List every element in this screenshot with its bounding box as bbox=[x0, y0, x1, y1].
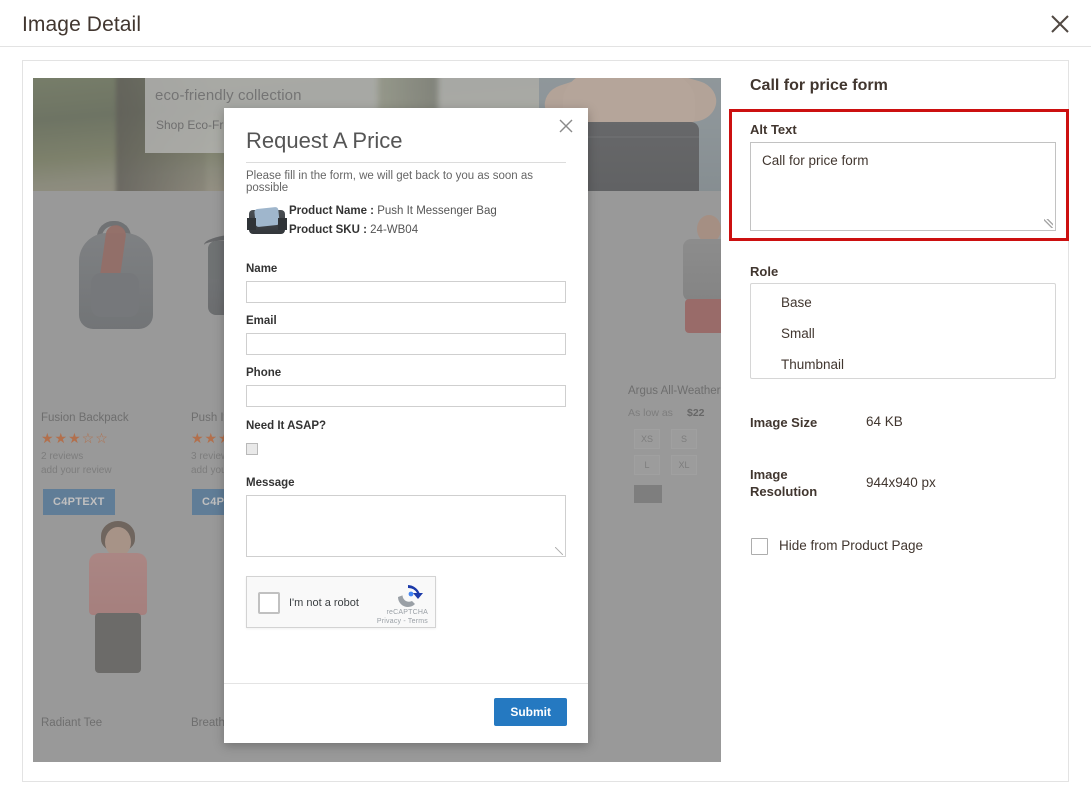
price-prefix: As low as bbox=[628, 407, 673, 419]
review-count: 2 reviews bbox=[41, 451, 84, 462]
product-name[interactable]: Fusion Backpack bbox=[41, 412, 129, 424]
product-name[interactable]: Radiant Tee bbox=[41, 717, 102, 729]
product-image-tank bbox=[663, 211, 721, 341]
product-sku-row: Product SKU : 24-WB04 bbox=[289, 224, 418, 236]
email-label: Email bbox=[246, 315, 277, 327]
recaptcha-brand: reCAPTCHA Privacy - Terms bbox=[376, 609, 428, 625]
alt-text-label: Alt Text bbox=[750, 122, 797, 137]
hide-from-product-page-label: Hide from Product Page bbox=[779, 538, 924, 553]
name-label: Name bbox=[246, 263, 278, 275]
product-name[interactable]: Argus All-Weather Tank bbox=[628, 385, 721, 397]
product-card[interactable]: Fusion Backpack ★★★☆☆ 2 reviews add your… bbox=[41, 219, 211, 515]
color-swatch[interactable] bbox=[634, 485, 662, 503]
message-textarea[interactable] bbox=[246, 495, 566, 557]
product-name-value: Push It Messenger Bag bbox=[377, 205, 497, 217]
image-detail-dialog: Image Detail eco-friendly collection Sho… bbox=[0, 0, 1091, 795]
product-image-radiant-tee bbox=[69, 521, 169, 686]
product-name-label: Product Name : bbox=[289, 205, 374, 217]
image-resolution-label: Image Resolution bbox=[750, 467, 818, 499]
product-name-row: Product Name : Push It Messenger Bag bbox=[289, 205, 497, 217]
recaptcha-widget[interactable]: I'm not a robot reCAPTCHA Privacy - Term… bbox=[246, 576, 436, 628]
recaptcha-checkbox[interactable] bbox=[258, 592, 280, 614]
modal-title: Request A Price bbox=[246, 128, 403, 153]
price-value: $22 bbox=[687, 407, 705, 419]
image-size-label: Image Size bbox=[750, 415, 818, 430]
product-thumbnail bbox=[247, 204, 287, 238]
recaptcha-label: I'm not a robot bbox=[289, 597, 359, 609]
call-for-price-button[interactable]: C4PTEXT bbox=[43, 489, 115, 515]
image-resolution-value: 944x940 px bbox=[866, 475, 936, 490]
resize-grip-icon[interactable] bbox=[555, 547, 563, 555]
need-asap-checkbox[interactable] bbox=[246, 443, 258, 455]
size-swatch-l[interactable]: L bbox=[634, 455, 660, 475]
dialog-body: eco-friendly collection Shop Eco-Friendl… bbox=[0, 47, 1091, 795]
add-review-link[interactable]: add your review bbox=[41, 465, 112, 476]
product-card[interactable]: Radiant Tee bbox=[41, 521, 211, 751]
product-sku-label: Product SKU : bbox=[289, 224, 367, 236]
image-details-sidebar: Call for price form Alt Text Call for pr… bbox=[721, 60, 1069, 782]
hero-heading: eco-friendly collection bbox=[155, 87, 302, 104]
image-size-value: 64 KB bbox=[866, 414, 903, 429]
close-icon[interactable] bbox=[1045, 9, 1075, 39]
hero-forest-photo bbox=[33, 78, 145, 191]
size-swatch-xl[interactable]: XL bbox=[671, 455, 697, 475]
request-a-price-modal: Request A Price Please fill in the form,… bbox=[224, 108, 588, 743]
dialog-header: Image Detail bbox=[0, 0, 1091, 47]
phone-label: Phone bbox=[246, 367, 282, 379]
alt-text-value: Call for price form bbox=[762, 153, 869, 168]
name-input[interactable] bbox=[246, 281, 566, 303]
hide-from-product-page-checkbox[interactable] bbox=[751, 538, 768, 555]
preview-screenshot: eco-friendly collection Shop Eco-Friendl… bbox=[33, 78, 721, 762]
role-list[interactable]: Base Small Thumbnail bbox=[750, 283, 1056, 379]
modal-subtitle: Please fill in the form, we will get bac… bbox=[246, 170, 534, 194]
resize-grip-icon[interactable] bbox=[1044, 219, 1053, 228]
page-title: Image Detail bbox=[22, 13, 142, 36]
size-swatch-xs[interactable]: XS bbox=[634, 429, 660, 449]
title-divider bbox=[246, 162, 566, 163]
role-option-thumbnail[interactable]: Thumbnail bbox=[781, 357, 844, 372]
email-input[interactable] bbox=[246, 333, 566, 355]
phone-input[interactable] bbox=[246, 385, 566, 407]
image-title: Call for price form bbox=[750, 77, 888, 94]
image-preview-pane: eco-friendly collection Shop Eco-Friendl… bbox=[22, 60, 721, 782]
rating-stars: ★★★☆☆ bbox=[41, 430, 109, 446]
product-card[interactable]: Argus All-Weather Tank As low as $22 XS … bbox=[628, 203, 721, 503]
product-image-backpack bbox=[69, 219, 169, 349]
message-label: Message bbox=[246, 477, 295, 489]
need-asap-label: Need It ASAP? bbox=[246, 420, 327, 432]
alt-text-input[interactable]: Call for price form bbox=[750, 142, 1056, 231]
submit-button[interactable]: Submit bbox=[494, 698, 567, 726]
product-sku-value: 24-WB04 bbox=[370, 224, 419, 236]
size-swatch-s[interactable]: S bbox=[671, 429, 697, 449]
role-label: Role bbox=[750, 264, 779, 279]
role-option-base[interactable]: Base bbox=[781, 295, 812, 310]
close-icon[interactable] bbox=[559, 119, 575, 135]
role-option-small[interactable]: Small bbox=[781, 326, 815, 341]
modal-footer: Submit bbox=[224, 683, 588, 743]
